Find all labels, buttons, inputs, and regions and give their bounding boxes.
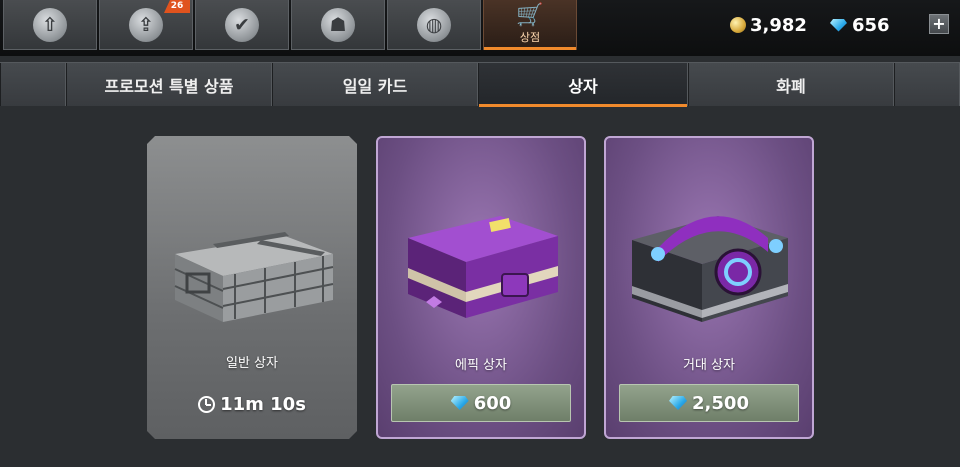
epic-box-card[interactable]: 에픽 상자 600 xyxy=(376,136,586,439)
gem-amount: 656 xyxy=(852,14,890,36)
coin-balance: 3,982 xyxy=(730,14,807,36)
giant-box-price: 2,500 xyxy=(692,392,749,414)
epic-chest-icon xyxy=(408,216,558,318)
giant-box-buy-button[interactable]: 2,500 xyxy=(619,384,799,422)
giant-box-name: 거대 상자 xyxy=(683,358,735,373)
rocket-icon: ⇧ xyxy=(33,7,67,42)
tab-spacer-right xyxy=(894,63,960,106)
gem-icon xyxy=(830,18,847,32)
upgrade-arrow-icon: ⇪ xyxy=(129,7,163,42)
giant-chest-icon xyxy=(632,216,788,322)
basic-box-name: 일반 상자 xyxy=(226,356,278,371)
nav-upgrade-button[interactable]: ⇪ 26 xyxy=(99,0,193,50)
epic-box-buy-button[interactable]: 600 xyxy=(391,384,571,422)
shop-tab-bar: 프로모션 특별 상품 일일 카드 상자 화폐 xyxy=(0,62,960,107)
coin-amount: 3,982 xyxy=(750,14,807,36)
tab-daily-cards[interactable]: 일일 카드 xyxy=(272,63,478,106)
epic-box-name: 에픽 상자 xyxy=(455,358,507,373)
tab-currency[interactable]: 화폐 xyxy=(688,63,894,106)
gem-balance: 656 xyxy=(830,14,890,36)
tab-boxes[interactable]: 상자 xyxy=(478,63,688,107)
group-shield-icon: ☗ xyxy=(321,7,355,42)
nav-shop-button[interactable]: 🛒 상점 xyxy=(483,0,577,50)
clock-icon xyxy=(198,396,215,413)
globe-icon: ◍ xyxy=(417,7,451,42)
tab-promotions[interactable]: 프로모션 특별 상품 xyxy=(66,63,272,106)
nav-clan-button[interactable]: ☗ xyxy=(291,0,385,50)
nav-world-button[interactable]: ◍ xyxy=(387,0,481,50)
top-bar: ⇧ ⇪ 26 ✔ ☗ ◍ 🛒 상점 3,982 656 + xyxy=(0,0,960,56)
epic-box-price: 600 xyxy=(473,392,512,414)
gem-icon xyxy=(669,396,688,410)
gem-icon xyxy=(450,396,469,410)
tab-spacer-left xyxy=(0,63,66,106)
notification-badge: 26 xyxy=(164,0,190,13)
basic-box-card[interactable]: 일반 상자 11m 10s xyxy=(147,136,357,439)
checkmark-wreath-icon: ✔ xyxy=(225,7,259,42)
nav-garage-button[interactable]: ⇧ xyxy=(3,0,97,50)
wooden-crate-icon xyxy=(165,214,337,326)
timer-text: 11m 10s xyxy=(220,394,306,415)
nav-missions-button[interactable]: ✔ xyxy=(195,0,289,50)
add-currency-button[interactable]: + xyxy=(929,14,949,34)
cart-icon: 🛒 xyxy=(516,2,544,28)
basic-box-timer: 11m 10s xyxy=(147,394,357,415)
giant-box-card[interactable]: 거대 상자 2,500 xyxy=(604,136,814,439)
nav-shop-label: 상점 xyxy=(519,30,541,44)
coin-icon xyxy=(730,17,746,33)
